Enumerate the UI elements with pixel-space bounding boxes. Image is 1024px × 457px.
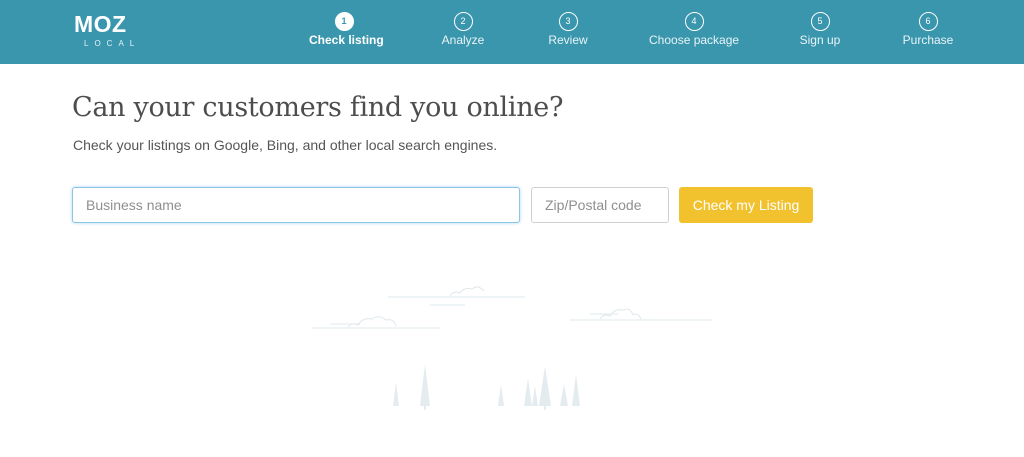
- top-navigation-bar: MOZ LOCAL 1 Check listing 2 Analyze 3 Re…: [0, 0, 1024, 64]
- moz-local-logo[interactable]: MOZ LOCAL: [74, 13, 154, 49]
- cloud-icon: [388, 286, 525, 306]
- page-title: Can your customers find you online?: [72, 92, 564, 123]
- step-number-6: 6: [918, 12, 938, 31]
- cloud-icon: [570, 308, 712, 321]
- step-number-2: 2: [453, 12, 473, 31]
- tree-icon: [393, 364, 580, 410]
- step-sign-up[interactable]: 5 Sign up: [797, 12, 843, 52]
- step-label-analyze: Analyze: [441, 33, 485, 47]
- step-purchase[interactable]: 6 Purchase: [901, 12, 955, 52]
- landscape-illustration: [312, 286, 712, 410]
- step-label-choose-package: Choose package: [649, 33, 740, 47]
- cloud-icon: [312, 316, 440, 329]
- step-label-review: Review: [548, 33, 588, 47]
- business-name-input[interactable]: [72, 187, 520, 223]
- page-subtitle: Check your listings on Google, Bing, and…: [73, 137, 498, 153]
- logo-subtitle: LOCAL: [84, 39, 141, 48]
- zip-postal-code-input[interactable]: [531, 187, 669, 223]
- step-label-purchase: Purchase: [902, 33, 954, 47]
- step-number-3: 3: [558, 12, 578, 31]
- step-number-5: 5: [810, 12, 830, 31]
- step-number-4: 4: [684, 12, 704, 31]
- check-my-listing-button[interactable]: Check my Listing: [679, 187, 813, 223]
- step-review[interactable]: 3 Review: [544, 12, 592, 52]
- step-check-listing[interactable]: 1 Check listing: [309, 12, 384, 52]
- step-label-sign-up: Sign up: [799, 33, 841, 47]
- step-label-check-listing: Check listing: [309, 33, 384, 47]
- step-analyze[interactable]: 2 Analyze: [437, 12, 489, 52]
- step-number-1: 1: [334, 12, 354, 31]
- step-choose-package[interactable]: 4 Choose package: [649, 12, 739, 52]
- logo-wordmark: MOZ: [74, 11, 127, 37]
